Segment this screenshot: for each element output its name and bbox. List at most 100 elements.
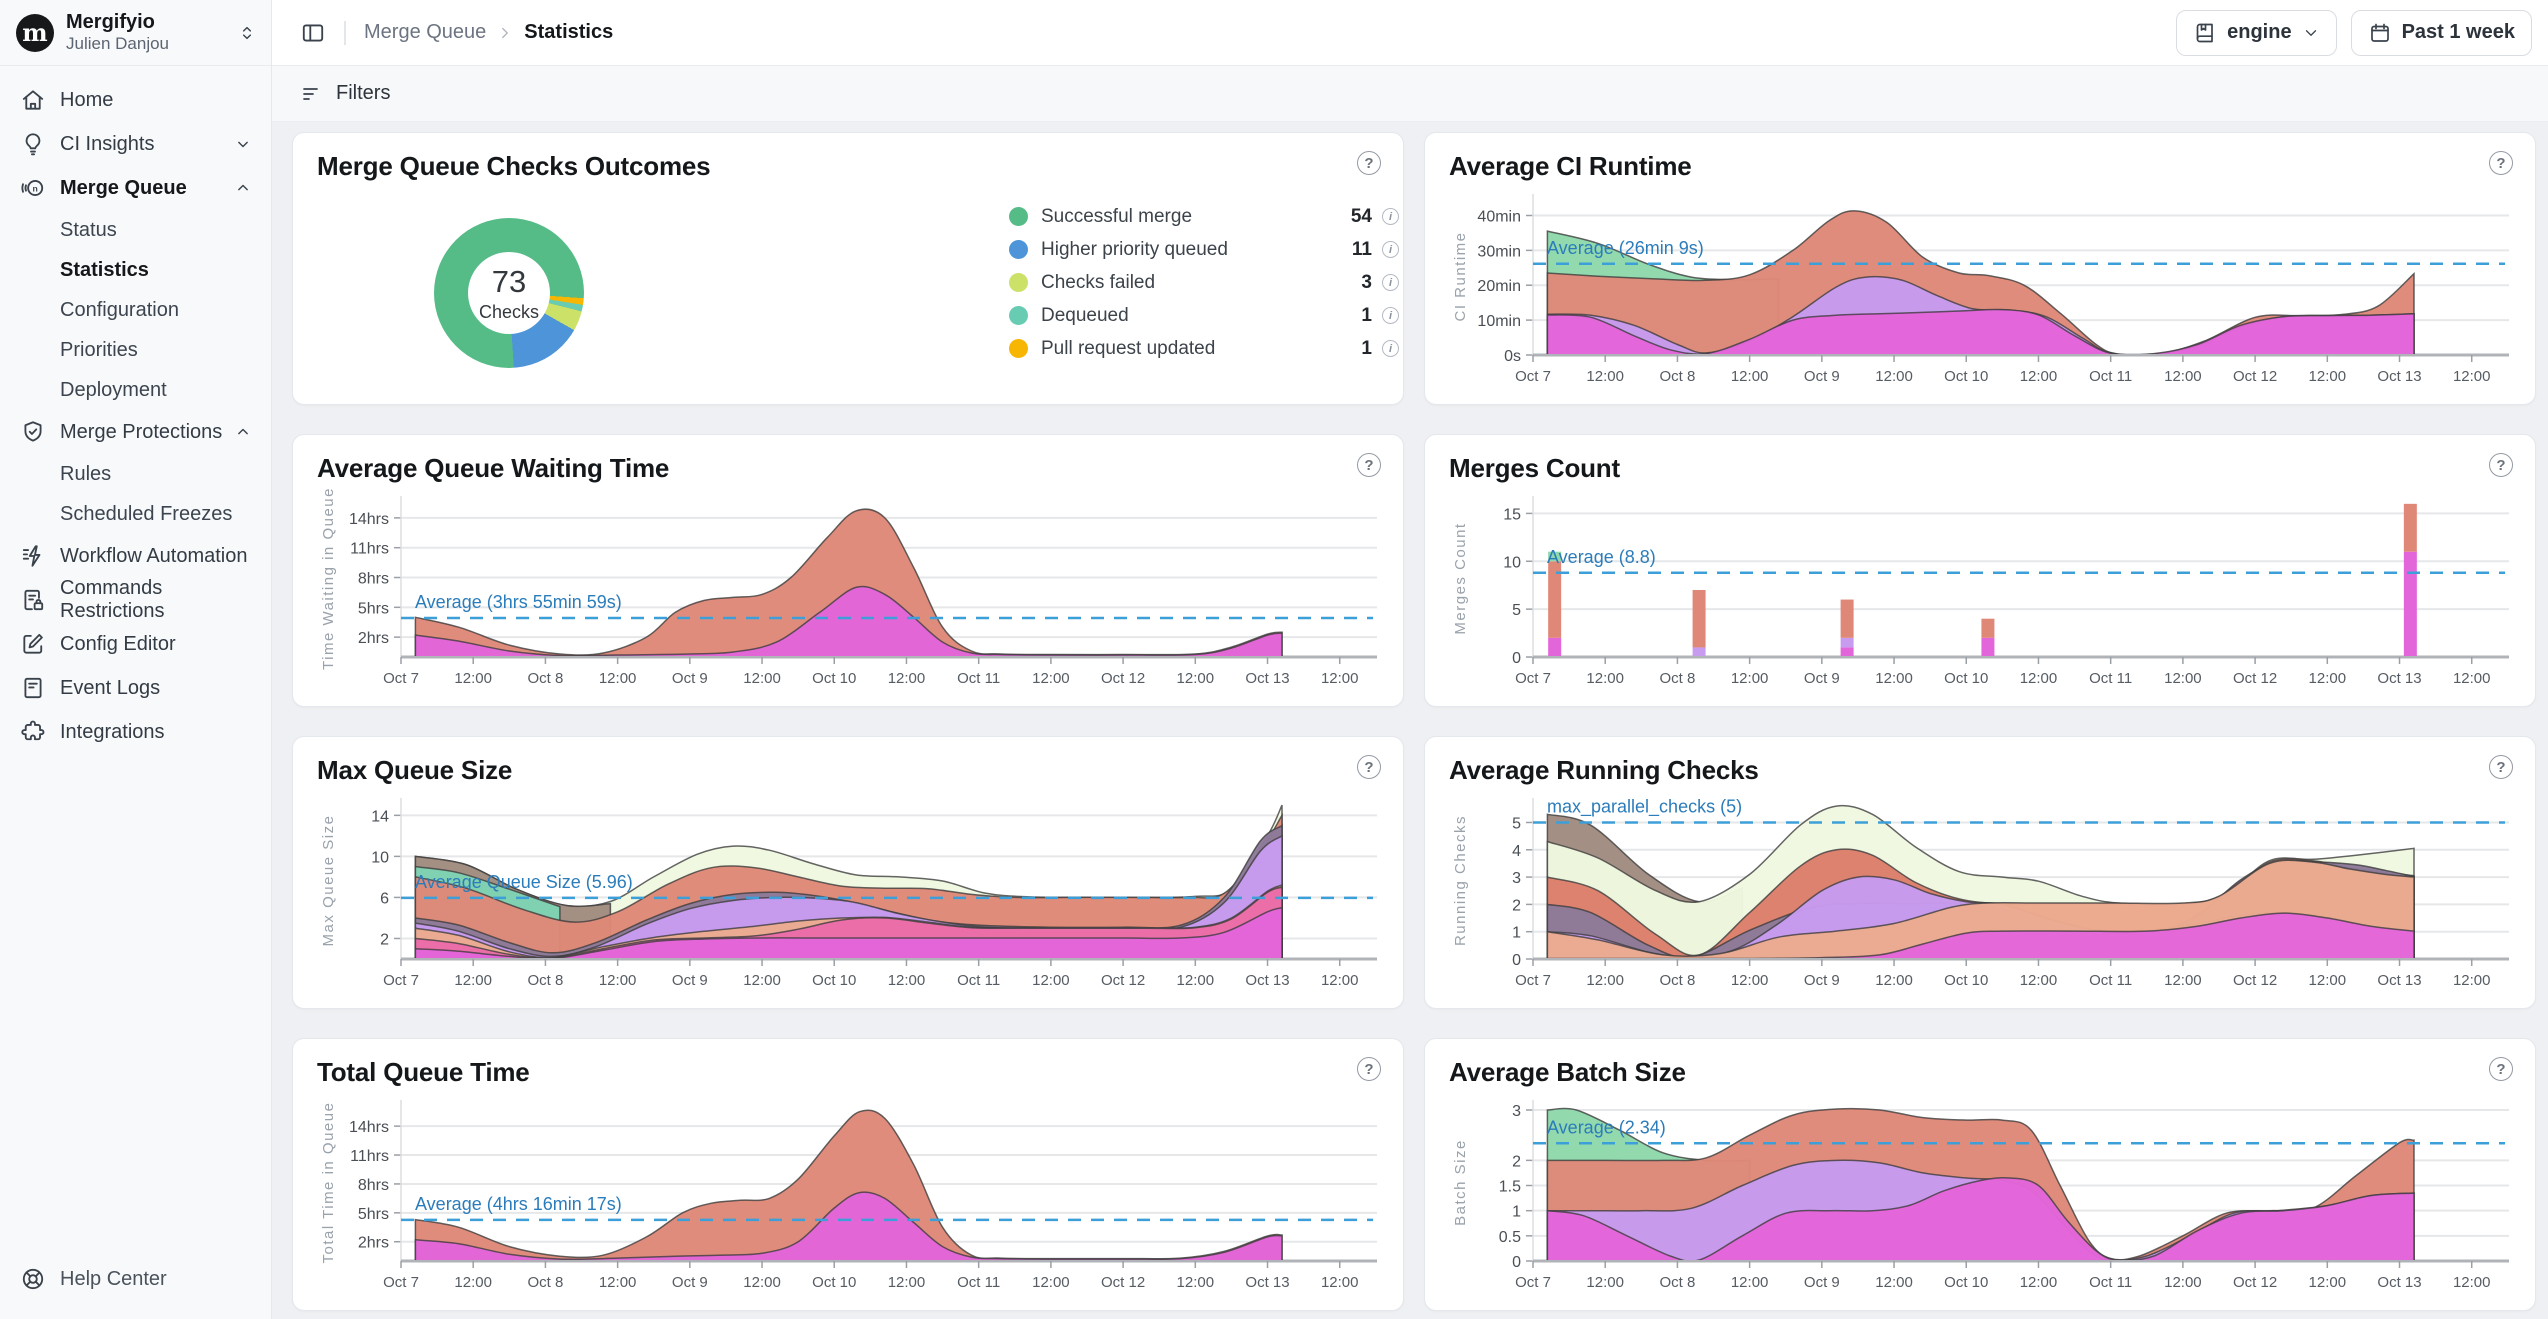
legend-color-dot <box>1009 339 1028 358</box>
lifebuoy-icon <box>20 1266 46 1292</box>
repository-select-value: engine <box>2227 21 2291 44</box>
svg-text:11hrs: 11hrs <box>350 541 389 558</box>
org-selector-icon <box>237 23 257 43</box>
svg-text:CI Runtime: CI Runtime <box>1452 231 1469 321</box>
sidebar-item-scheduled-freezes[interactable]: Scheduled Freezes <box>0 494 271 534</box>
sidebar-item-configuration[interactable]: Configuration <box>0 290 271 330</box>
info-icon[interactable]: i <box>1382 274 1399 291</box>
breadcrumb-parent[interactable]: Merge Queue <box>364 21 486 44</box>
svg-text:12:00: 12:00 <box>1032 972 1070 989</box>
chart-card-average-batch-size: Average Batch Size ? Batch Size00.511.52… <box>1424 1038 2536 1311</box>
svg-text:12:00: 12:00 <box>888 972 926 989</box>
sidebar-item-deployment[interactable]: Deployment <box>0 370 271 410</box>
filter-icon <box>300 82 324 106</box>
sidebar-nav: Home CI Insights n Merge Queue Status St… <box>0 66 271 754</box>
lightbulb-icon <box>20 131 46 157</box>
sidebar-item-home[interactable]: Home <box>0 78 271 122</box>
help-icon[interactable]: ? <box>1357 1057 1381 1081</box>
org-switcher[interactable]: m Mergifyio Julien Danjou <box>0 0 271 66</box>
sidebar-item-config-editor[interactable]: Config Editor <box>0 622 271 666</box>
sidebar-item-workflow-automation[interactable]: Workflow Automation <box>0 534 271 578</box>
sidebar-toggle-icon[interactable] <box>300 20 326 46</box>
sidebar-item-integrations[interactable]: Integrations <box>0 710 271 754</box>
org-avatar: m <box>16 14 54 52</box>
filters-button[interactable]: Filters <box>336 82 390 105</box>
info-icon[interactable]: i <box>1382 307 1399 324</box>
svg-text:1.5: 1.5 <box>1499 1179 1521 1196</box>
svg-text:Oct 11: Oct 11 <box>957 1274 1000 1291</box>
svg-text:12:00: 12:00 <box>2164 368 2202 385</box>
legend-label: Pull request updated <box>1041 338 1361 360</box>
chart-title: Average Running Checks <box>1449 755 1759 786</box>
info-icon[interactable]: i <box>1382 208 1399 225</box>
svg-text:10min: 10min <box>1477 313 1521 330</box>
svg-text:12:00: 12:00 <box>1875 972 1913 989</box>
chart-title: Max Queue Size <box>317 755 512 786</box>
help-center-link[interactable]: Help Center <box>0 1257 187 1301</box>
legend-value: 1 <box>1361 305 1372 327</box>
sidebar-item-merge-protections[interactable]: Merge Protections <box>0 410 271 454</box>
svg-text:Oct 13: Oct 13 <box>1245 670 1289 687</box>
svg-text:12:00: 12:00 <box>1875 1274 1913 1291</box>
svg-text:Oct 10: Oct 10 <box>812 1274 856 1291</box>
svg-text:Oct 7: Oct 7 <box>1515 670 1551 687</box>
chart-card-average-running-checks: Average Running Checks ? Running Checks0… <box>1424 736 2536 1009</box>
info-icon[interactable]: i <box>1382 241 1399 258</box>
svg-text:Oct 7: Oct 7 <box>383 1274 419 1291</box>
svg-text:Oct 7: Oct 7 <box>383 972 419 989</box>
legend-color-dot <box>1009 240 1028 259</box>
svg-text:Oct 12: Oct 12 <box>2233 670 2277 687</box>
svg-text:Oct 8: Oct 8 <box>527 1274 563 1291</box>
edit-icon <box>20 631 46 657</box>
sidebar: m Mergifyio Julien Danjou Home CI Insigh… <box>0 0 272 1319</box>
sidebar-item-priorities[interactable]: Priorities <box>0 330 271 370</box>
svg-text:Oct 12: Oct 12 <box>2233 972 2277 989</box>
help-icon[interactable]: ? <box>1357 453 1381 477</box>
chart-title: Average Batch Size <box>1449 1057 1686 1088</box>
repository-select[interactable]: engine <box>2176 10 2336 56</box>
legend-color-dot <box>1009 273 1028 292</box>
help-icon[interactable]: ? <box>2489 1057 2513 1081</box>
help-icon[interactable]: ? <box>2489 755 2513 779</box>
time-range-button[interactable]: Past 1 week <box>2351 10 2532 56</box>
svg-text:12:00: 12:00 <box>1321 972 1359 989</box>
svg-text:12:00: 12:00 <box>1586 972 1624 989</box>
sidebar-item-rules[interactable]: Rules <box>0 454 271 494</box>
svg-text:Oct 9: Oct 9 <box>1804 670 1840 687</box>
help-icon[interactable]: ? <box>2489 151 2513 175</box>
svg-text:12:00: 12:00 <box>888 670 926 687</box>
help-icon[interactable]: ? <box>1357 151 1381 175</box>
sidebar-item-event-logs[interactable]: Event Logs <box>0 666 271 710</box>
svg-text:Oct 8: Oct 8 <box>1659 1274 1695 1291</box>
info-icon[interactable]: i <box>1382 340 1399 357</box>
svg-text:Oct 11: Oct 11 <box>2089 670 2132 687</box>
sidebar-item-ci-insights[interactable]: CI Insights <box>0 122 271 166</box>
svg-text:Average (2.34): Average (2.34) <box>1547 1117 1666 1137</box>
area-chart: Total Time in Queue2hrs5hrs8hrs11hrs14hr… <box>317 1092 1379 1297</box>
svg-text:12:00: 12:00 <box>2453 368 2491 385</box>
sidebar-item-label: CI Insights <box>60 133 233 156</box>
svg-text:12:00: 12:00 <box>2309 1274 2347 1291</box>
sidebar-item-merge-queue[interactable]: n Merge Queue <box>0 166 271 210</box>
shield-check-icon <box>20 419 46 445</box>
svg-text:Oct 8: Oct 8 <box>1659 670 1695 687</box>
sidebar-item-statistics[interactable]: Statistics <box>0 250 271 290</box>
svg-text:Oct 13: Oct 13 <box>2377 670 2421 687</box>
svg-text:5hrs: 5hrs <box>358 1206 389 1223</box>
svg-text:Running Checks: Running Checks <box>1452 815 1469 946</box>
svg-text:30min: 30min <box>1477 243 1521 260</box>
help-icon[interactable]: ? <box>1357 755 1381 779</box>
sidebar-item-status[interactable]: Status <box>0 210 271 250</box>
help-icon[interactable]: ? <box>2489 453 2513 477</box>
chart-title: Merges Count <box>1449 453 1620 484</box>
breadcrumb-current: Statistics <box>524 21 613 44</box>
area-chart: Batch Size00.511.523Oct 712:00Oct 812:00… <box>1449 1092 2511 1297</box>
chart-title: Merge Queue Checks Outcomes <box>317 151 710 182</box>
donut-total-value: 73 <box>492 264 526 300</box>
svg-text:Average Queue Size (5.96): Average Queue Size (5.96) <box>415 872 633 892</box>
sidebar-item-commands-restrictions[interactable]: Commands Restrictions <box>0 578 271 622</box>
donut-legend: Successful merge 54 i Higher priority qu… <box>1009 200 1399 365</box>
svg-text:12:00: 12:00 <box>2309 972 2347 989</box>
svg-text:4: 4 <box>1512 843 1521 860</box>
svg-text:0.5: 0.5 <box>1499 1229 1521 1246</box>
